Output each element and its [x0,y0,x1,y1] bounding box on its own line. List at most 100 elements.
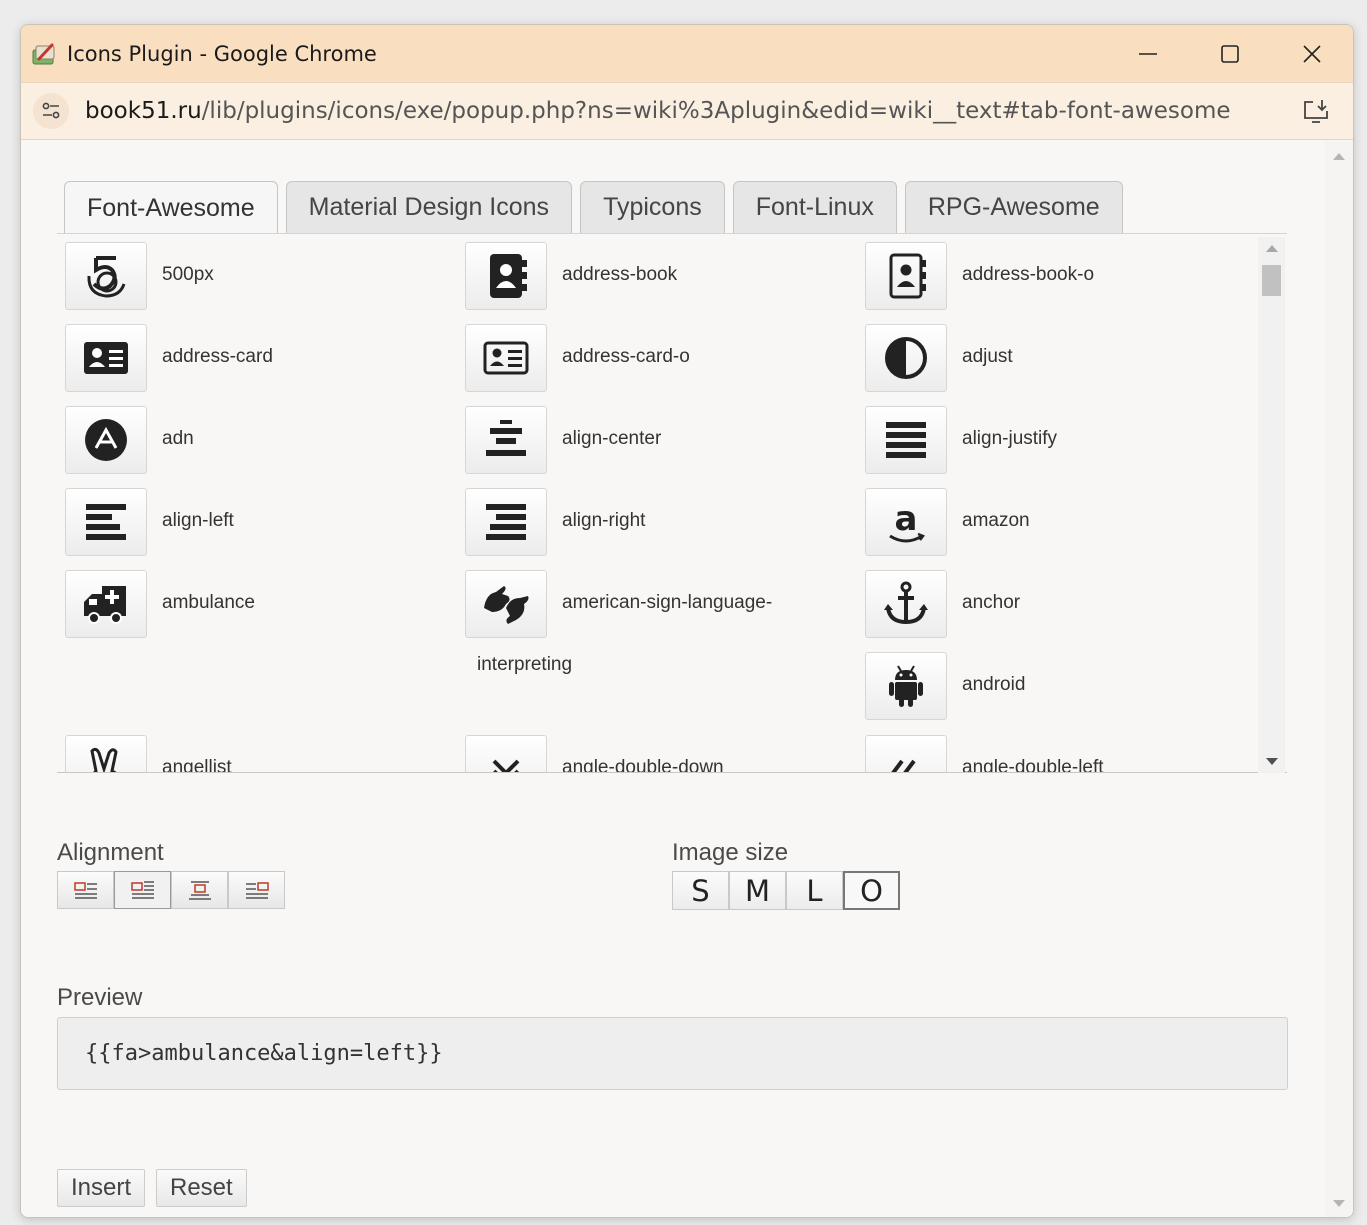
scroll-up-icon[interactable] [1266,245,1278,252]
align-inline-image-icon [130,881,154,899]
icon-grid: 500px address-card adn align-left ambula… [57,234,1287,773]
minimize-button[interactable] [1107,25,1189,82]
tab-font-awesome[interactable]: Font-Awesome [64,181,278,234]
tab-typicons[interactable]: Typicons [580,181,725,233]
address-book-o-icon[interactable] [865,242,947,310]
align-wrap-button[interactable] [114,871,171,909]
android-icon[interactable] [865,652,947,720]
install-app-icon[interactable] [1301,98,1331,126]
scroll-thumb[interactable] [1262,265,1281,296]
page-scroll-down-icon[interactable] [1333,1200,1345,1207]
minimize-icon [1139,52,1157,55]
reset-button[interactable]: Reset [156,1169,247,1207]
icon-item-ambulance[interactable]: ambulance [57,562,457,638]
align-right-button[interactable] [228,871,285,909]
icon-label: align-left [162,510,234,531]
icon-item-500px[interactable]: 500px [57,234,457,310]
svg-text:a: a [895,499,918,539]
icon-label: adn [162,428,194,449]
site-settings-icon[interactable] [33,93,69,129]
angellist-icon[interactable] [65,735,147,772]
tab-rpg-awesome[interactable]: RPG-Awesome [904,181,1123,233]
icon-item-angle-double-left[interactable]: angle-double-left [857,727,1257,773]
icon-label: anchor [962,592,1021,613]
angle-double-down-icon[interactable] [465,735,547,772]
maximize-button[interactable] [1189,25,1271,82]
icon-label: address-book [562,264,678,285]
icon-label: amazon [962,510,1030,531]
icon-item-american-sign-language-interpreting[interactable]: american-sign-language- [457,562,857,638]
plugin-app-icon [29,39,59,69]
icon-label: 500px [162,264,214,285]
align-left-icon[interactable] [65,488,147,556]
preview-label: Preview [57,984,143,1011]
insert-button[interactable]: Insert [57,1169,146,1207]
window-title: Icons Plugin - Google Chrome [67,41,377,66]
icon-label: angle-double-down [562,757,724,773]
size-large-button[interactable]: L [786,871,843,910]
icon-item-amazon[interactable]: a amazon [857,480,1257,556]
size-original-button[interactable]: O [843,871,900,910]
icon-item-address-book-o[interactable]: address-book-o [857,234,1257,310]
align-justify-icon[interactable] [865,406,947,474]
icon-item-address-card-o[interactable]: address-card-o [457,316,857,392]
icon-item-align-center[interactable]: align-center [457,398,857,474]
close-icon [1303,44,1321,63]
icon-item-align-right[interactable]: align-right [457,480,857,556]
address-card-icon[interactable] [65,324,147,392]
address-card-o-icon[interactable] [465,324,547,392]
icon-label: address-book-o [962,264,1095,285]
align-left-image-icon [73,882,97,899]
icon-label: ambulance [162,592,255,613]
amazon-icon[interactable]: a [865,488,947,556]
ambulance-icon[interactable] [65,570,147,638]
scroll-down-icon[interactable] [1266,758,1278,765]
icon-label: align-justify [962,428,1058,449]
tab-font-linux[interactable]: Font-Linux [732,181,897,233]
american-sign-language-interpreting-icon[interactable] [465,570,547,638]
align-center-button[interactable] [171,871,228,909]
adn-icon[interactable] [65,406,147,474]
page-scrollbar[interactable] [1325,141,1353,1217]
icon-label: adjust [962,346,1013,367]
icon-item-android[interactable]: android [857,644,1257,720]
align-center-image-icon [188,881,211,900]
icon-label: address-card [162,346,273,367]
icon-grid-scrollbar[interactable] [1258,237,1285,773]
icon-label-continuation: interpreting [477,654,573,675]
address-book-icon[interactable] [465,242,547,310]
url-text[interactable]: book51.ru/lib/plugins/icons/exe/popup.ph… [85,98,1231,124]
icon-label: align-center [562,428,662,449]
align-right-icon[interactable] [465,488,547,556]
icon-item-address-card[interactable]: address-card [57,316,457,392]
icon-item-align-justify[interactable]: align-justify [857,398,1257,474]
page-scroll-up-icon[interactable] [1333,153,1345,160]
icon-item-address-book[interactable]: address-book [457,234,857,310]
tab-material-design-icons[interactable]: Material Design Icons [285,181,573,233]
icon-item-adn[interactable]: adn [57,398,457,474]
icon-item-anchor[interactable]: anchor [857,562,1257,638]
size-medium-button[interactable]: M [729,871,786,910]
size-small-button[interactable]: S [672,871,729,910]
preview-output[interactable]: {{fa>ambulance&align=left}} [57,1017,1288,1090]
close-button[interactable] [1271,25,1353,82]
alignment-buttons [57,871,285,909]
maximize-icon [1221,44,1239,63]
icon-item-angle-double-down[interactable]: angle-double-down [457,727,857,773]
icon-label: angle-double-left [962,757,1104,773]
align-left-button[interactable] [57,871,114,909]
icon-item-adjust[interactable]: adjust [857,316,1257,392]
url-path: /lib/plugins/icons/exe/popup.php?ns=wiki… [201,98,1231,124]
500px-icon[interactable] [65,242,147,310]
icon-label: align-right [562,510,646,531]
align-center-icon[interactable] [465,406,547,474]
anchor-icon[interactable] [865,570,947,638]
adjust-icon[interactable] [865,324,947,392]
icon-label: android [962,674,1026,695]
title-bar: Icons Plugin - Google Chrome [21,25,1353,82]
angle-double-left-icon[interactable] [865,735,947,772]
icon-item-angellist[interactable]: angellist [57,727,457,772]
icon-item-align-left[interactable]: align-left [57,480,457,556]
align-right-image-icon [245,882,269,899]
image-size-buttons: S M L O [672,871,900,910]
